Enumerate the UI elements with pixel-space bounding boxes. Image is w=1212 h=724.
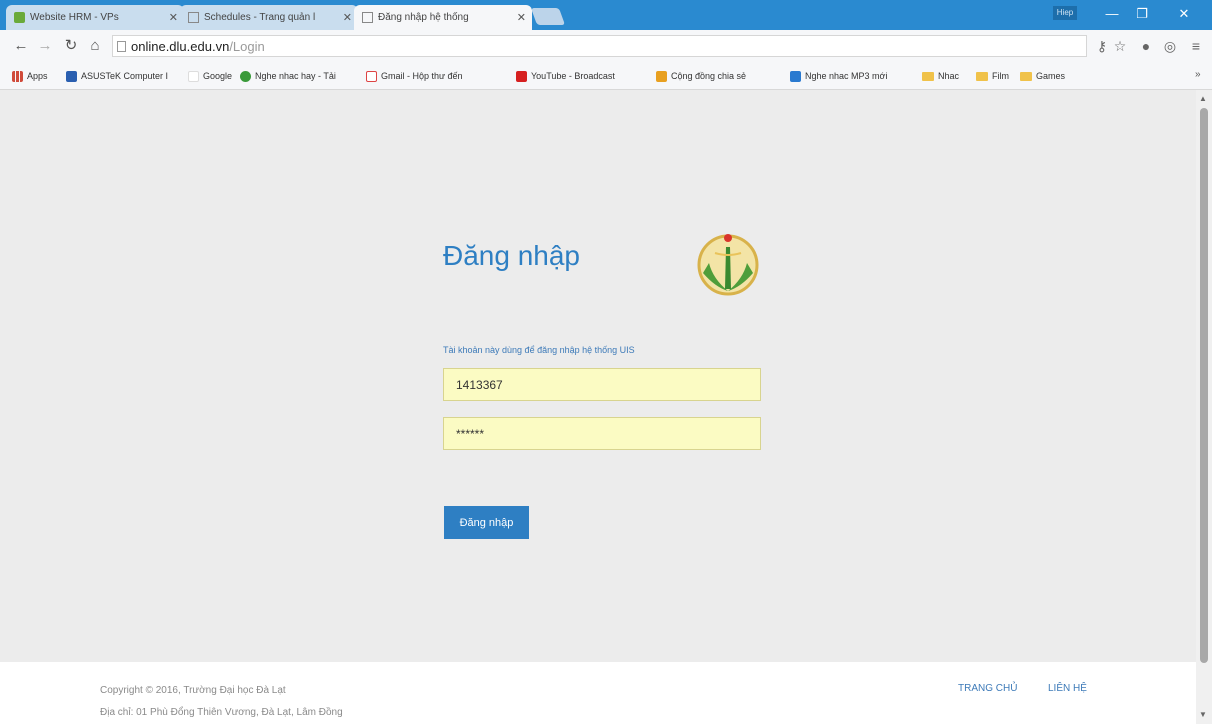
footer-address: Địa chỉ: 01 Phù Đổng Thiên Vương, Đà Lạt… (100, 707, 343, 718)
gmail-icon (366, 70, 377, 82)
reload-icon[interactable]: ↻ (62, 36, 80, 56)
restore-icon[interactable]: ❐ (1128, 4, 1156, 24)
url-host: online.dlu.edu.vn (131, 38, 230, 54)
key-icon[interactable]: ⚷ (1094, 37, 1110, 55)
folder-icon (976, 71, 988, 81)
footer-link-contact[interactable]: LIÊN HỆ (1048, 683, 1087, 694)
login-title: Đăng nhập (443, 240, 581, 271)
tab-schedules[interactable]: Schedules - Trang quản l ✕ (180, 5, 358, 30)
scroll-up-icon[interactable]: ▲ (1199, 94, 1207, 103)
folder-icon (922, 71, 934, 81)
bookmark-label: ASUSTeK Computer I (81, 71, 169, 81)
back-icon[interactable]: ← (12, 36, 30, 56)
new-tab-button[interactable] (530, 8, 566, 25)
tab-dang-nhap[interactable]: Đăng nhập hệ thống ✕ (354, 5, 532, 30)
google-icon (188, 70, 199, 82)
tab-title: Schedules - Trang quản l (204, 12, 316, 23)
bookmark-mp3[interactable]: Nghe nhac MP3 mới (790, 68, 887, 84)
login-button[interactable]: Đăng nhập (444, 506, 529, 539)
bookmark-cong-dong[interactable]: Cộng đồng chia sẻ (656, 68, 746, 84)
bookmark-label: Nghe nhac hay - Tải (255, 71, 336, 81)
menu-icon[interactable]: ≡ (1188, 37, 1204, 55)
page-favicon-icon (362, 12, 373, 23)
asus-icon (66, 70, 77, 82)
hrm-favicon-icon (14, 12, 25, 23)
music-site-icon (240, 70, 251, 82)
scroll-down-icon[interactable]: ▼ (1199, 710, 1207, 719)
username-field[interactable] (443, 368, 761, 401)
bookmark-folder-games[interactable]: Games (1020, 68, 1065, 84)
browser-toolbar: ← → ↻ ⌂ online.dlu.edu.vn/Login ⚷ ☆ ● ◎ … (0, 30, 1212, 62)
bookmarks-bar: Apps ASUSTeK Computer I Google Nghe nhac… (0, 62, 1212, 90)
page-content (6, 90, 1196, 724)
tab-close-icon[interactable]: ✕ (517, 11, 526, 24)
university-logo (697, 234, 759, 296)
bookmark-gmail[interactable]: Gmail - Hộp thư đến (366, 68, 463, 84)
bookmark-nghe-nhac[interactable]: Nghe nhac hay - Tải (240, 68, 336, 84)
minimize-icon[interactable]: — (1098, 4, 1126, 24)
browser-title-bar: Website HRM - VPs ✕ Schedules - Trang qu… (0, 0, 1212, 30)
bookmark-folder-nhac[interactable]: Nhac (922, 68, 959, 84)
mp3-site-icon (790, 70, 801, 82)
bookmark-label: Games (1036, 71, 1066, 81)
password-field[interactable] (443, 417, 761, 450)
bookmark-folder-film[interactable]: Film (976, 68, 1009, 84)
url-path: /Login (229, 38, 265, 54)
bookmark-label: YouTube - Broadcast (531, 71, 615, 81)
folder-icon (1020, 71, 1032, 81)
home-icon[interactable]: ⌂ (86, 36, 104, 56)
community-icon (656, 70, 667, 82)
bookmark-label: Google (203, 71, 233, 81)
footer-link-home[interactable]: TRANG CHỦ (958, 683, 1017, 694)
bookmark-label: Apps (27, 71, 48, 81)
bookmark-asus[interactable]: ASUSTeK Computer I (66, 68, 168, 84)
tab-close-icon[interactable]: ✕ (169, 11, 178, 24)
bookmark-youtube[interactable]: YouTube - Broadcast (516, 68, 615, 84)
tab-title: Website HRM - VPs (30, 12, 119, 23)
extension-2-icon[interactable]: ◎ (1162, 37, 1178, 55)
address-bar[interactable]: online.dlu.edu.vn/Login (112, 35, 1087, 57)
bookmark-label: Film (992, 71, 1009, 81)
page-scrollbar[interactable]: ▲ ▼ (1196, 90, 1212, 724)
bookmark-label: Gmail - Hộp thư đến (381, 71, 463, 81)
star-icon[interactable]: ☆ (1112, 37, 1128, 55)
forward-icon[interactable]: → (36, 36, 54, 56)
close-window-icon[interactable]: ✕ (1170, 4, 1198, 24)
bookmark-google[interactable]: Google (188, 68, 232, 84)
extension-icon[interactable]: ● (1138, 37, 1154, 55)
apps-grid-icon (12, 70, 23, 82)
page-footer: Copyright © 2016, Trường Đại học Đà Lạt … (0, 662, 1196, 724)
schedules-favicon-icon (188, 12, 199, 23)
login-hint: Tài khoản này dùng để đăng nhập hệ thống… (443, 345, 635, 355)
bookmark-label: Nghe nhac MP3 mới (805, 71, 888, 81)
tab-website-hrm[interactable]: Website HRM - VPs ✕ (6, 5, 184, 30)
tab-title: Đăng nhập hệ thống (378, 12, 469, 23)
bookmark-label: Nhac (938, 71, 960, 81)
bookmark-apps[interactable]: Apps (12, 68, 48, 84)
bookmarks-overflow-icon[interactable]: » (1195, 69, 1201, 80)
tab-close-icon[interactable]: ✕ (343, 11, 352, 24)
page-icon (117, 40, 126, 52)
bookmark-label: Cộng đồng chia sẻ (671, 71, 747, 81)
profile-badge[interactable]: Hiep (1053, 6, 1077, 20)
footer-copyright: Copyright © 2016, Trường Đại học Đà Lạt (100, 685, 286, 696)
scroll-thumb[interactable] (1200, 108, 1208, 663)
youtube-icon (516, 70, 527, 82)
